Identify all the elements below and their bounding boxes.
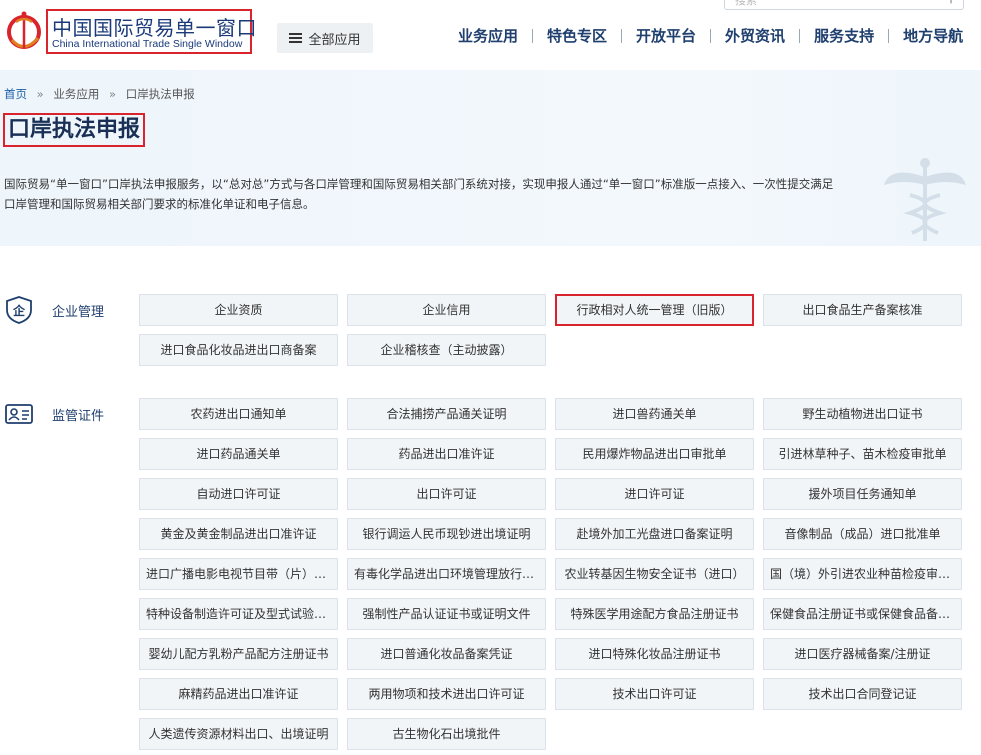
tile-export-food-filing[interactable]: 出口食品生产备案核准 — [763, 294, 962, 326]
tile-regulatory-document[interactable]: 进口许可证 — [555, 478, 754, 510]
page-banner: 首页 » 业务应用 » 口岸执法申报 口岸执法申报 国际贸易“单一窗口”口岸执法… — [0, 70, 981, 246]
tile-regulatory-document[interactable]: 赴境外加工光盘进口备案证明 — [555, 518, 754, 550]
page-description: 国际贸易“单一窗口”口岸执法申报服务，以“总对总”方式与各口岸管理和国际贸易相关… — [4, 177, 834, 211]
caduceus-watermark-icon — [884, 158, 966, 241]
nav-item-open-platform[interactable]: 开放平台 — [622, 27, 710, 45]
section-label: 监管证件 — [52, 408, 105, 424]
logo-title-cn: 中国国际贸易单一窗口 — [52, 16, 257, 40]
tile-regulatory-document[interactable]: 进口广播电影电视节目带（片）提取单 — [139, 558, 338, 590]
site-logo[interactable]: 中国国际贸易单一窗口 China International Trade Sin… — [46, 9, 257, 54]
tile-food-cosmetics-trader-filing[interactable]: 进口食品化妆品进出口商备案 — [139, 334, 338, 366]
all-apps-button[interactable]: 全部应用 — [277, 23, 373, 53]
tile-regulatory-document[interactable]: 特殊医学用途配方食品注册证书 — [555, 598, 754, 630]
tile-regulatory-document[interactable]: 药品进出口准许证 — [347, 438, 546, 470]
search-input[interactable]: 搜索 ⚲ — [724, 0, 964, 10]
tile-regulatory-document[interactable]: 进口普通化妆品备案凭证 — [347, 638, 546, 670]
tile-regulatory-document[interactable]: 银行调运人民币现钞进出境证明 — [347, 518, 546, 550]
nav-item-trade-news[interactable]: 外贸资讯 — [711, 27, 799, 45]
single-window-emblem-icon[interactable] — [4, 8, 44, 58]
breadcrumb-business-apps[interactable]: 业务应用 — [53, 87, 99, 101]
section-label: 企业管理 — [52, 304, 105, 320]
tile-regulatory-document[interactable]: 农药进出口通知单 — [139, 398, 338, 430]
tile-regulatory-document[interactable]: 援外项目任务通知单 — [763, 478, 962, 510]
tile-regulatory-document[interactable]: 有毒化学品进出口环境管理放行通知单 — [347, 558, 546, 590]
tile-admin-counterpart-legacy[interactable]: 行政相对人统一管理（旧版） — [555, 294, 754, 326]
tile-enterprise-audit[interactable]: 企业稽核查（主动披露） — [347, 334, 546, 366]
section-enterprise-management: 企 企业管理 — [4, 295, 104, 325]
tile-regulatory-document[interactable]: 进口特殊化妆品注册证书 — [555, 638, 754, 670]
tile-regulatory-document[interactable]: 婴幼儿配方乳粉产品配方注册证书 — [139, 638, 338, 670]
tile-regulatory-document[interactable]: 进口医疗器械备案/注册证 — [763, 638, 962, 670]
tile-regulatory-document[interactable]: 保健食品注册证书或保健食品备案凭证 — [763, 598, 962, 630]
tile-regulatory-document[interactable]: 两用物项和技术进出口许可证 — [347, 678, 546, 710]
site-header: 中国国际贸易单一窗口 China International Trade Sin… — [0, 0, 981, 70]
tile-regulatory-document[interactable]: 人类遗传资源材料出口、出境证明 — [139, 718, 338, 750]
tile-regulatory-document[interactable]: 音像制品（成品）进口批准单 — [763, 518, 962, 550]
tile-regulatory-document[interactable]: 农业转基因生物安全证书（进口） — [555, 558, 754, 590]
breadcrumb-separator: » — [109, 87, 117, 101]
breadcrumb: 首页 » 业务应用 » 口岸执法申报 — [4, 86, 195, 102]
menu-icon — [289, 33, 303, 43]
tile-regulatory-document[interactable]: 进口兽药通关单 — [555, 398, 754, 430]
main-nav: 业务应用 特色专区 开放平台 外贸资讯 服务支持 地方导航 — [444, 27, 977, 45]
section-regulatory-documents: 监管证件 — [4, 399, 104, 429]
tile-regulatory-document[interactable]: 特种设备制造许可证及型式试验证书 — [139, 598, 338, 630]
search-icon[interactable]: ⚲ — [947, 0, 955, 5]
tile-regulatory-document[interactable]: 引进林草种子、苗木检疫审批单 — [763, 438, 962, 470]
tile-regulatory-document[interactable]: 技术出口合同登记证 — [763, 678, 962, 710]
certificate-id-icon — [5, 404, 33, 424]
tile-regulatory-document[interactable]: 强制性产品认证证书或证明文件 — [347, 598, 546, 630]
svg-text:企: 企 — [12, 303, 26, 318]
tile-regulatory-document[interactable]: 民用爆炸物品进出口审批单 — [555, 438, 754, 470]
breadcrumb-home[interactable]: 首页 — [4, 87, 27, 101]
tile-regulatory-document[interactable]: 自动进口许可证 — [139, 478, 338, 510]
tile-regulatory-document[interactable]: 古生物化石出境批件 — [347, 718, 546, 750]
tile-regulatory-document[interactable]: 黄金及黄金制品进出口准许证 — [139, 518, 338, 550]
tile-regulatory-document[interactable]: 麻精药品进出口准许证 — [139, 678, 338, 710]
tile-regulatory-document[interactable]: 合法捕捞产品通关证明 — [347, 398, 546, 430]
tile-regulatory-document[interactable]: 进口药品通关单 — [139, 438, 338, 470]
nav-item-support[interactable]: 服务支持 — [800, 27, 888, 45]
page-title: 口岸执法申报 — [3, 113, 146, 147]
tile-regulatory-document[interactable]: 技术出口许可证 — [555, 678, 754, 710]
breadcrumb-separator: » — [36, 87, 44, 101]
tile-enterprise-credit[interactable]: 企业信用 — [347, 294, 546, 326]
tile-regulatory-document[interactable]: 野生动植物进出口证书 — [763, 398, 962, 430]
all-apps-label: 全部应用 — [308, 32, 361, 48]
nav-item-business-apps[interactable]: 业务应用 — [444, 27, 532, 45]
tile-enterprise-qualification[interactable]: 企业资质 — [139, 294, 338, 326]
enterprise-shield-icon: 企 — [6, 296, 32, 324]
logo-title-en: China International Trade Single Window — [52, 38, 243, 50]
nav-item-local-nav[interactable]: 地方导航 — [889, 27, 977, 45]
tile-regulatory-document[interactable]: 出口许可证 — [347, 478, 546, 510]
tile-regulatory-document[interactable]: 国（境）外引进农业种苗检疫审批单 — [763, 558, 962, 590]
breadcrumb-current: 口岸执法申报 — [125, 87, 195, 101]
search-placeholder: 搜索 — [735, 0, 757, 7]
nav-item-featured[interactable]: 特色专区 — [533, 27, 621, 45]
